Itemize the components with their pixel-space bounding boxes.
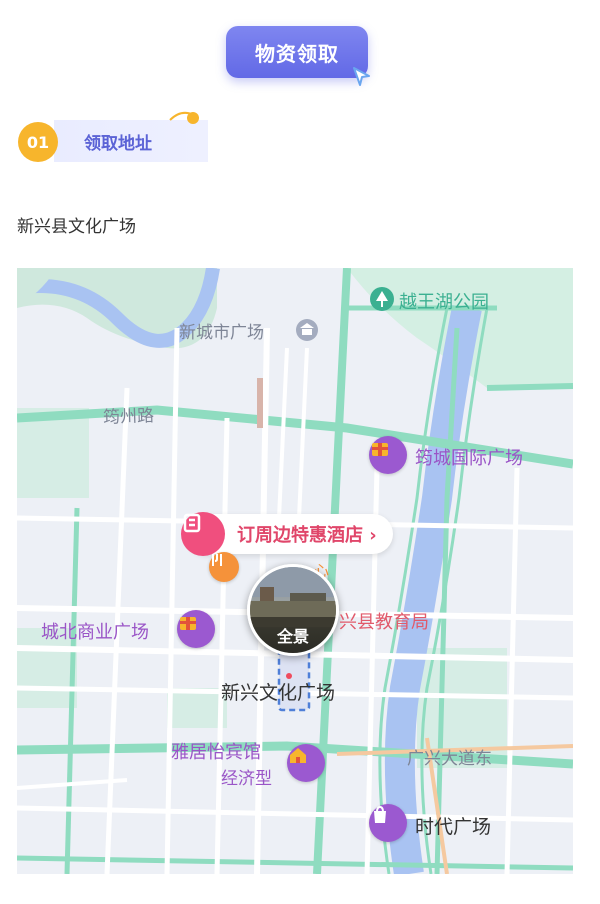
decoration-icon (169, 111, 199, 124)
north-business-plaza-label: 城北商业广场 (41, 622, 149, 643)
hotel-icon (181, 512, 225, 556)
park-icon (370, 287, 394, 311)
bank-icon (296, 319, 318, 341)
map-view[interactable]: 越王湖公园 新城市广场 筠州路 筠城国际广场 订周边特惠酒店 › 心 全景 兴县… (17, 268, 573, 874)
hotel-home-icon[interactable] (287, 744, 325, 782)
shopping-bag-icon-2[interactable] (177, 610, 215, 648)
times-square-label: 时代广场 (415, 816, 492, 838)
park-label: 越王湖公园 (399, 292, 489, 313)
junzhou-plaza-label: 筠城国际广场 (415, 448, 523, 469)
shopping-bag-icon[interactable] (369, 436, 407, 474)
cursor-icon (353, 67, 370, 86)
shopping-bag-icon-3[interactable] (369, 804, 407, 842)
new-city-square-label: 新城市广场 (179, 323, 264, 343)
panorama-label: 全景 (250, 617, 336, 653)
panorama-thumbnail[interactable]: 全景 (247, 564, 339, 656)
yaju-hotel-type-label: 经济型 (221, 769, 272, 789)
yaju-hotel-label: 雅居怡宾馆 (171, 742, 261, 763)
education-bureau-label: 兴县教育局 (339, 612, 429, 633)
address-text: 新兴县文化广场 (17, 217, 136, 237)
section-number-badge: 01 (18, 122, 58, 162)
road-junzhou-label: 筠州路 (102, 406, 155, 428)
restaurant-icon[interactable] (209, 552, 239, 582)
avenue-label: 广兴大道东 (407, 749, 492, 769)
section-header: 领取地址 01 (18, 108, 218, 164)
culture-square-label: 新兴文化广场 (221, 682, 336, 704)
materials-collect-button[interactable]: 物资领取 (226, 26, 368, 78)
